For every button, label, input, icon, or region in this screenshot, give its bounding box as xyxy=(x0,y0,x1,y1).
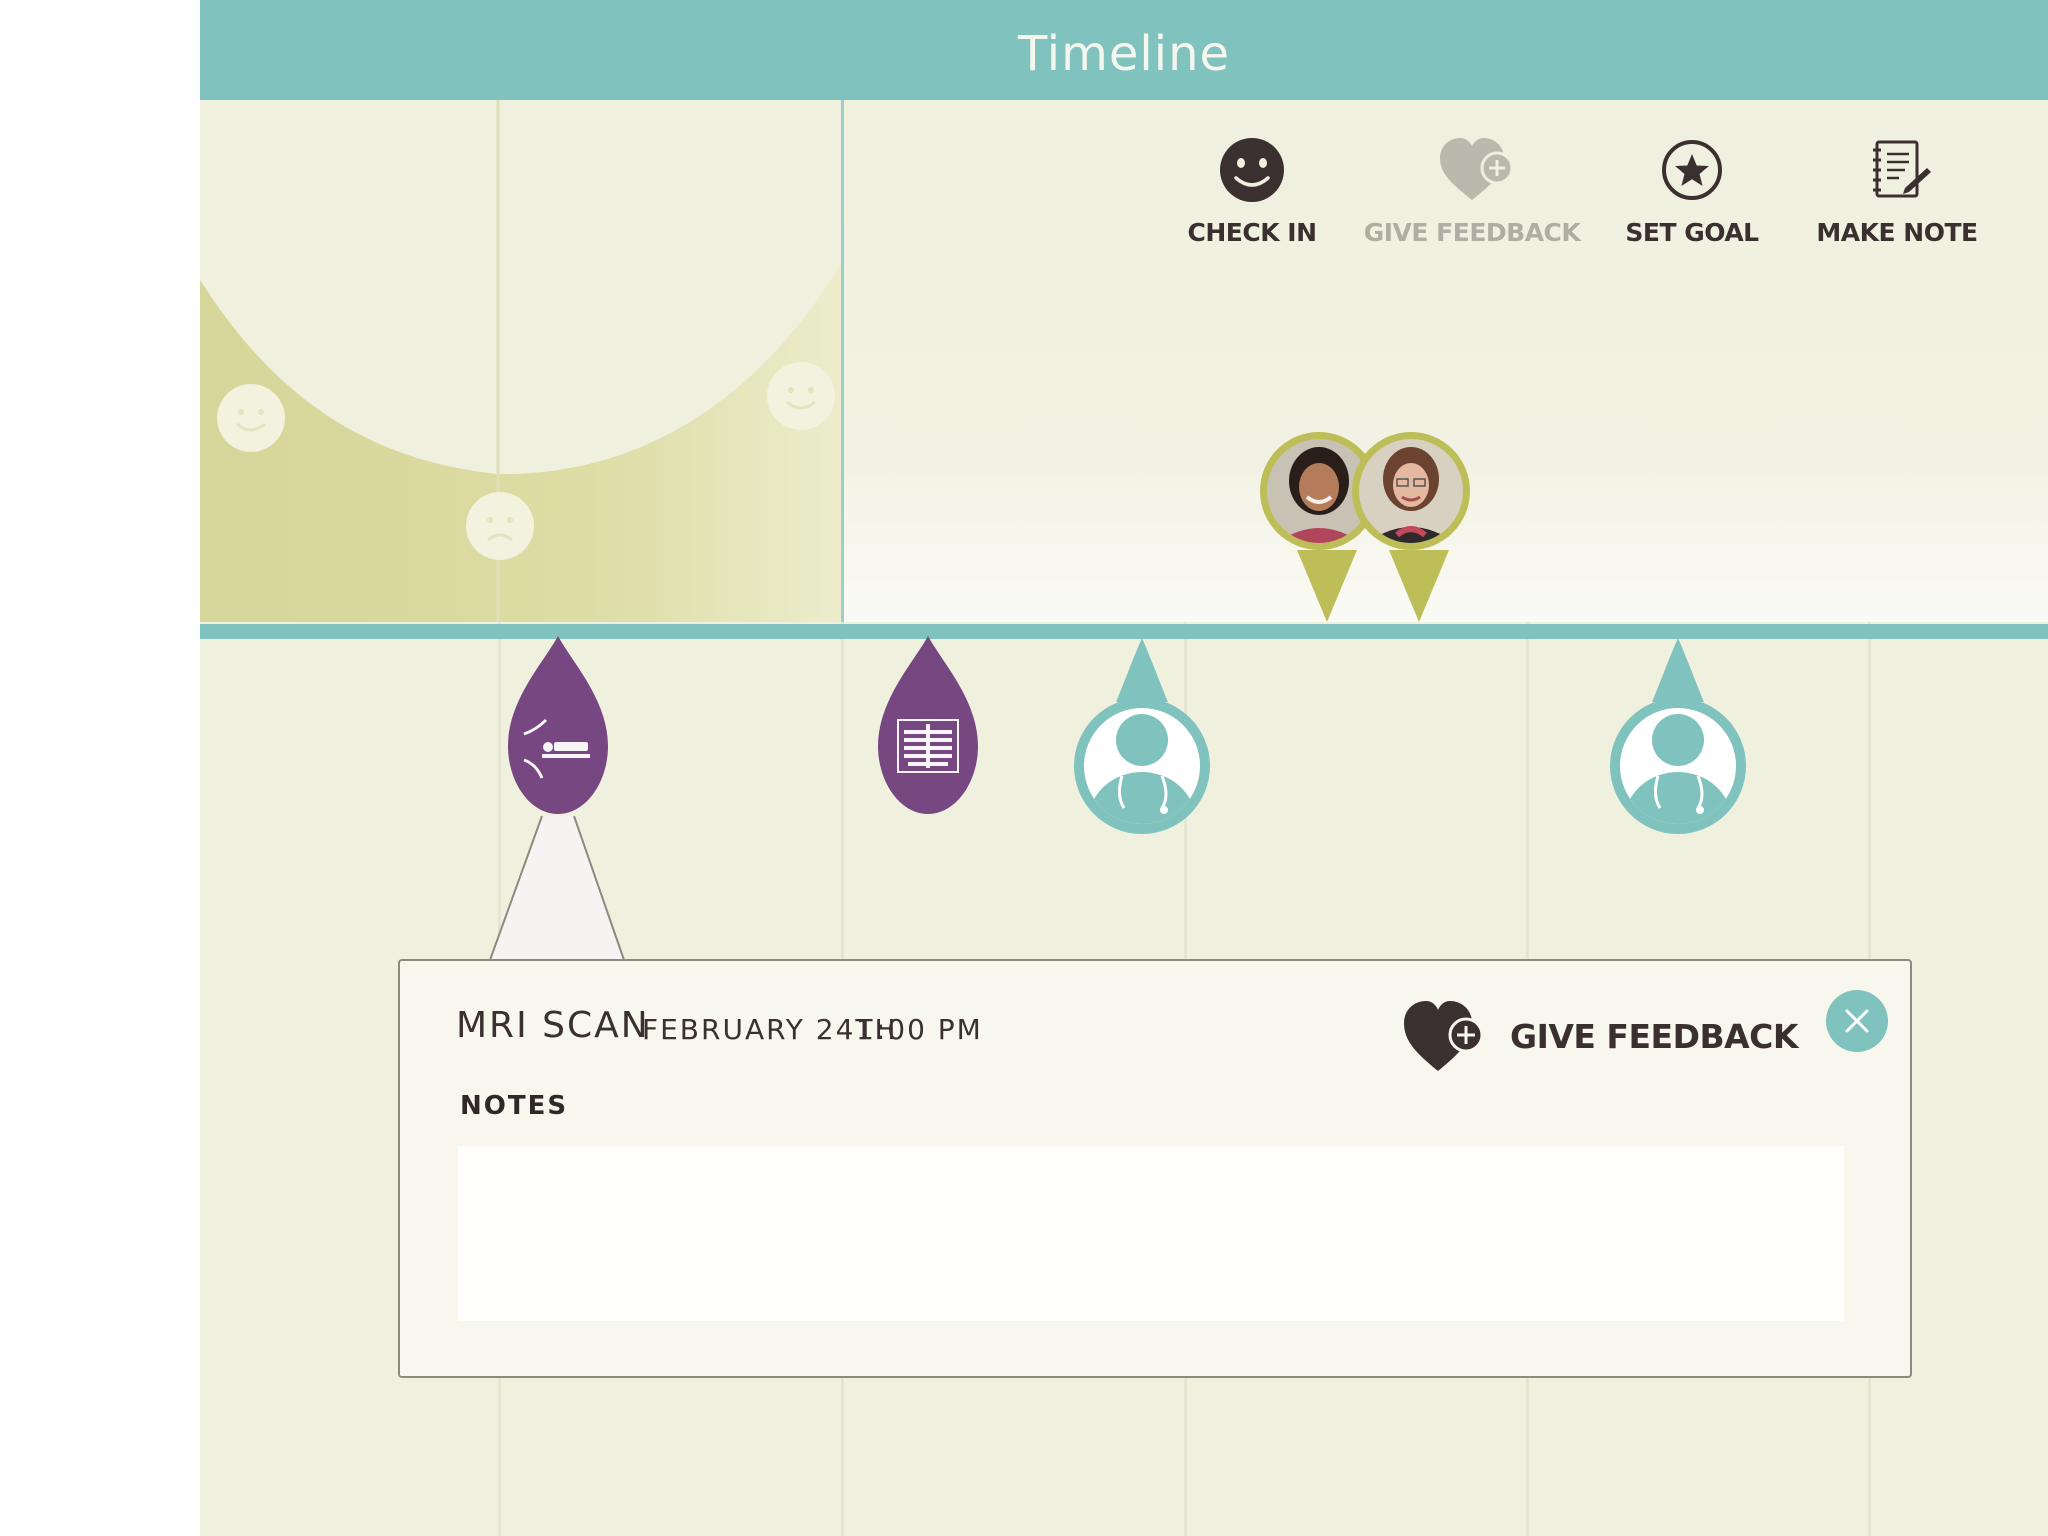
event-title: MRI SCAN xyxy=(456,1005,650,1046)
heart-plus-icon xyxy=(1362,138,1582,202)
header-bar: Timeline xyxy=(200,0,2048,100)
mri-scan-event-pin[interactable] xyxy=(506,634,610,816)
notes-field[interactable] xyxy=(458,1146,1844,1321)
close-button[interactable] xyxy=(1826,990,1888,1052)
check-in-label: CHECK IN xyxy=(1187,218,1318,247)
popup-connector xyxy=(468,815,648,962)
timeline-axis xyxy=(200,624,2048,639)
avatar-pin-tail xyxy=(1389,550,1449,622)
close-icon xyxy=(1845,1009,1869,1033)
give-feedback-text: GIVE FEEDBACK xyxy=(1510,1017,1798,1056)
doctor-visit-event-pin[interactable] xyxy=(1608,638,1748,836)
avatar[interactable] xyxy=(1352,432,1470,550)
notebook-pencil-icon xyxy=(1787,138,2007,202)
smiley-icon xyxy=(1142,138,1362,202)
person-photo-icon xyxy=(1359,439,1463,543)
event-detail-popup: MRI SCAN FEBRUARY 24TH 1:00 PM GIVE FEED… xyxy=(398,959,1912,1378)
avatar-pin-tail xyxy=(1297,550,1357,622)
make-note-label: MAKE NOTE xyxy=(1816,218,1978,247)
doctor-visit-event-pin[interactable] xyxy=(1072,638,1212,836)
happy-face-icon[interactable] xyxy=(767,362,835,430)
sad-face-icon[interactable] xyxy=(466,492,534,560)
today-marker xyxy=(841,100,844,622)
happy-face-icon[interactable] xyxy=(217,384,285,452)
xray-event-pin[interactable] xyxy=(876,634,980,816)
notes-label: NOTES xyxy=(460,1091,569,1121)
timeline-app: Timeline CHECK IN GIVE FEEDBACK SET GOAL… xyxy=(200,0,2048,1536)
event-time: 1:00 PM xyxy=(856,1013,983,1046)
page-title: Timeline xyxy=(1017,26,1231,82)
give-feedback-label: GIVE FEEDBACK xyxy=(1363,218,1581,247)
give-feedback-link[interactable]: GIVE FEEDBACK xyxy=(1404,1001,1824,1071)
heart-plus-icon xyxy=(1404,1001,1484,1071)
star-circle-icon xyxy=(1582,138,1802,202)
set-goal-label: SET GOAL xyxy=(1625,218,1759,247)
